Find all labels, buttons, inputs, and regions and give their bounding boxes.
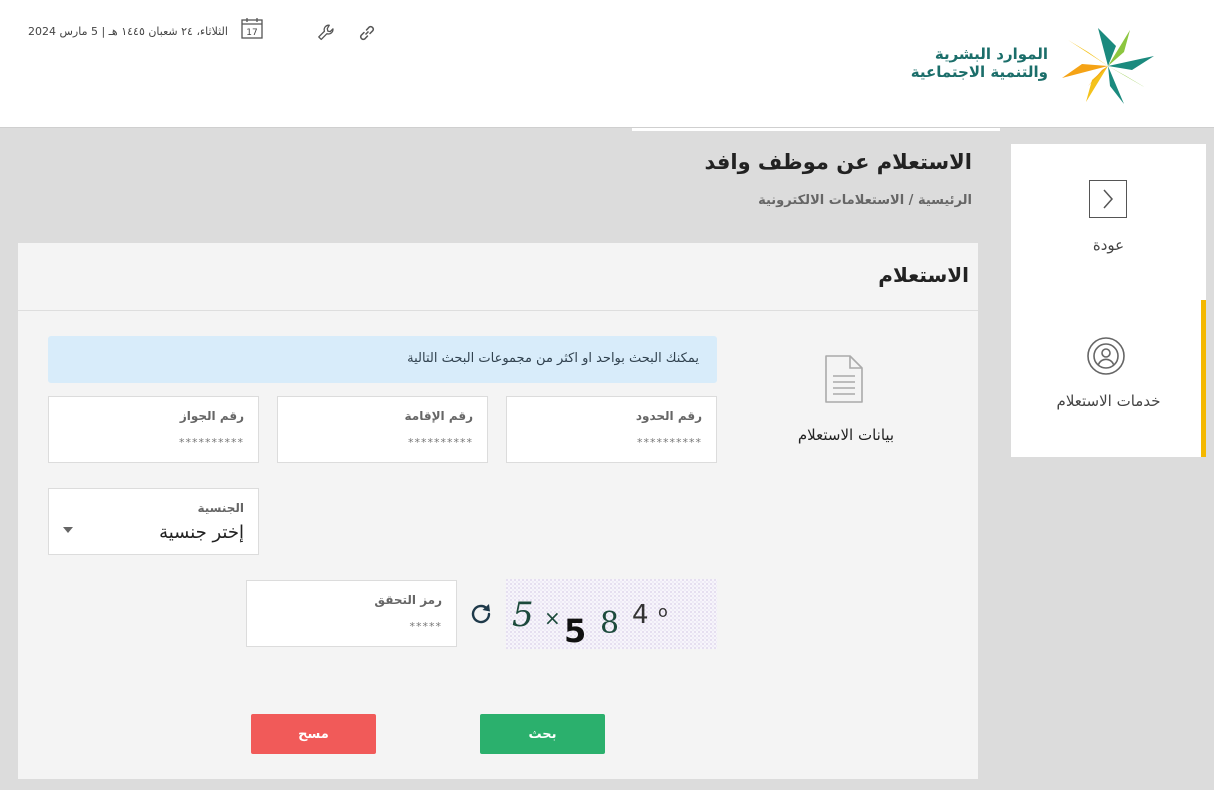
calendar-day: 17 <box>246 28 257 38</box>
current-date: الثلاثاء، ٢٤ شعبان ١٤٤٥ هـ | 5 مارس 2024 <box>28 25 228 38</box>
search-button[interactable]: بحث <box>480 714 605 754</box>
wrench-icon[interactable] <box>316 22 338 44</box>
iqama-number-field[interactable]: رقم الإقامة ********** <box>277 396 488 463</box>
nationality-select[interactable]: الجنسية إختر جنسية <box>48 488 259 555</box>
site-header: الثلاثاء، ٢٤ شعبان ١٤٤٥ هـ | 5 مارس 2024… <box>0 0 1214 128</box>
captcha-image: 5 × 5 8 4 o <box>506 579 717 649</box>
info-text: يمكنك البحث بواحد او اكثر من مجموعات الب… <box>407 351 699 366</box>
refresh-icon[interactable] <box>469 602 493 626</box>
calendar-icon[interactable]: 17 <box>241 17 263 39</box>
svg-text:5: 5 <box>512 595 534 635</box>
iqama-number-value[interactable]: ********** <box>408 436 473 449</box>
logo-line-2: والتنمية الاجتماعية <box>910 63 1048 81</box>
header-divider <box>632 128 1000 131</box>
nationality-label: الجنسية <box>197 501 244 515</box>
iqama-number-label: رقم الإقامة <box>404 409 473 423</box>
ministry-logo-text: الموارد البشرية والتنمية الاجتماعية <box>885 45 1048 81</box>
captcha-value[interactable]: ***** <box>410 620 443 633</box>
inquiry-data-label: بيانات الاستعلام <box>797 426 895 444</box>
clear-button[interactable]: مسح <box>251 714 376 754</box>
border-number-field[interactable]: رقم الحدود ********** <box>506 396 717 463</box>
page-title: الاستعلام عن موظف وافد <box>704 150 972 174</box>
passport-number-field[interactable]: رقم الجواز ********** <box>48 396 259 463</box>
inquiry-card: الاستعلام يمكنك البحث بواحد او اكثر من م… <box>18 243 978 779</box>
link-icon[interactable] <box>357 23 377 43</box>
inquiry-services-label[interactable]: خدمات الاستعلام <box>1011 392 1206 410</box>
back-label[interactable]: عودة <box>1011 236 1206 254</box>
logo-line-1: الموارد البشرية <box>934 45 1048 63</box>
card-header: الاستعلام <box>18 243 978 311</box>
border-number-label: رقم الحدود <box>635 409 702 423</box>
inquiry-services-icon[interactable] <box>1086 336 1126 376</box>
active-indicator <box>1201 300 1206 457</box>
svg-text:4: 4 <box>632 600 649 630</box>
ministry-logo-icon <box>1062 28 1154 104</box>
inquiry-data-panel: بيانات الاستعلام <box>740 336 952 466</box>
svg-text:o: o <box>658 602 668 621</box>
breadcrumb[interactable]: الرئيسية / الاستعلامات الالكترونية <box>758 193 972 208</box>
svg-text:5: 5 <box>564 612 586 649</box>
caret-down-icon[interactable] <box>63 527 73 533</box>
chevron-right-icon <box>1103 189 1114 209</box>
card-title: الاستعلام <box>878 263 969 287</box>
svg-text:8: 8 <box>600 606 619 641</box>
svg-text:×: × <box>544 606 561 630</box>
border-number-value[interactable]: ********** <box>637 436 702 449</box>
captcha-field[interactable]: رمز التحقق ***** <box>246 580 457 647</box>
back-button[interactable] <box>1089 180 1127 218</box>
document-icon <box>825 355 863 403</box>
passport-number-label: رقم الجواز <box>179 409 244 423</box>
info-alert: يمكنك البحث بواحد او اكثر من مجموعات الب… <box>48 336 717 383</box>
captcha-label: رمز التحقق <box>374 593 442 607</box>
nationality-value[interactable]: إختر جنسية <box>159 522 244 543</box>
passport-number-value[interactable]: ********** <box>179 436 244 449</box>
side-nav: عودة خدمات الاستعلام <box>1011 144 1206 457</box>
